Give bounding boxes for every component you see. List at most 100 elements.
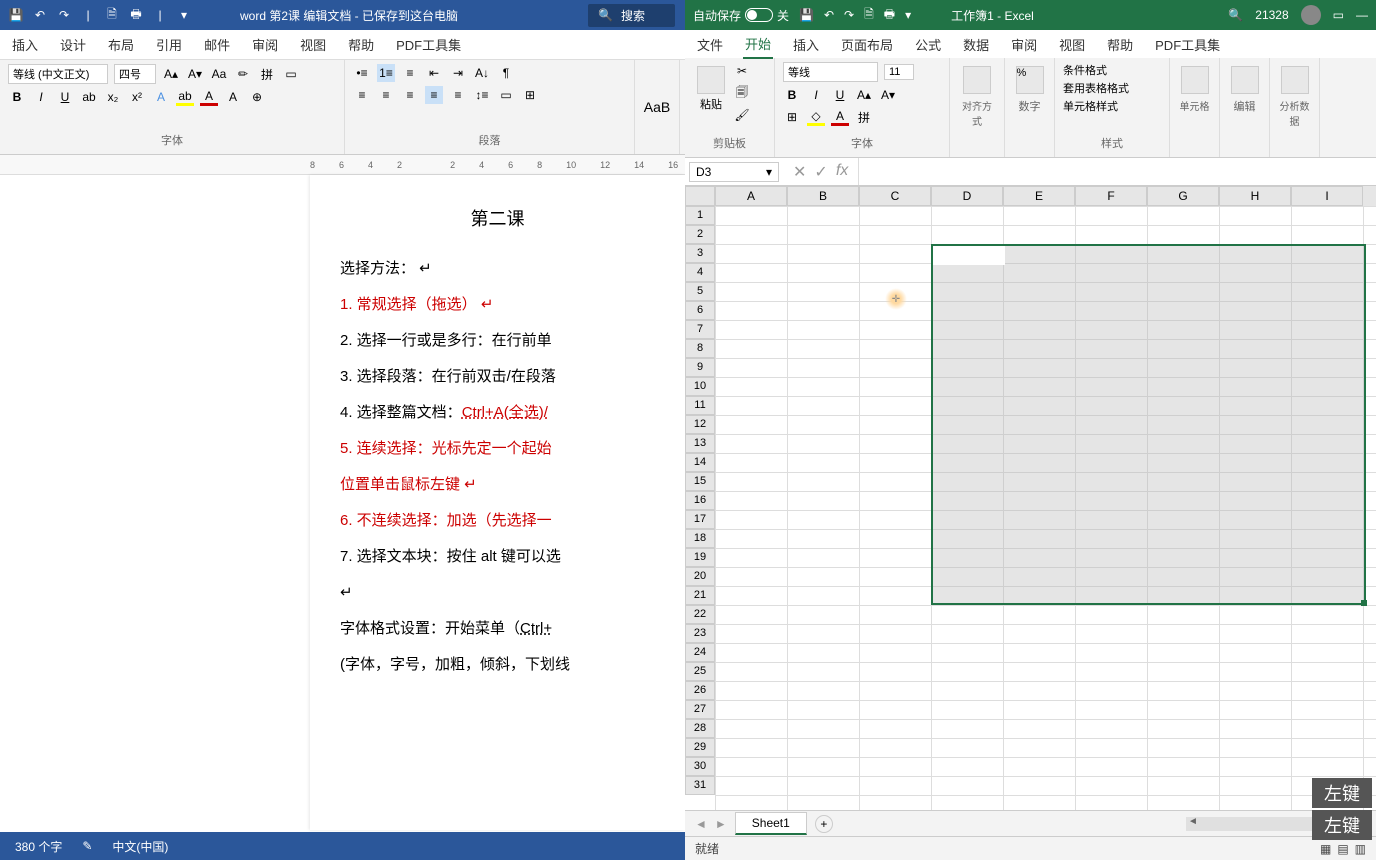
redo-icon[interactable]: ↷ <box>56 7 72 23</box>
row-header[interactable]: 10 <box>685 377 715 396</box>
tab-review[interactable]: 审阅 <box>1009 31 1039 58</box>
font-color-icon[interactable]: A <box>200 88 218 106</box>
row-header[interactable]: 12 <box>685 415 715 434</box>
font-name-combo[interactable]: 等线 (中文正文) <box>8 64 108 84</box>
normal-view-icon[interactable]: ▦ <box>1320 842 1331 856</box>
tab-file[interactable]: 文件 <box>695 31 725 58</box>
row-header[interactable]: 9 <box>685 358 715 377</box>
row-header[interactable]: 19 <box>685 548 715 567</box>
row-header[interactable]: 30 <box>685 757 715 776</box>
bold-icon[interactable]: B <box>783 86 801 104</box>
tab-view[interactable]: 视图 <box>1057 31 1087 58</box>
copy-icon[interactable]: 🗐 <box>733 84 751 102</box>
cut-icon[interactable]: ✂ <box>733 62 751 80</box>
line-spacing-icon[interactable]: ↕≡ <box>473 86 491 104</box>
avatar-icon[interactable] <box>1301 5 1321 25</box>
row-header[interactable]: 18 <box>685 529 715 548</box>
change-case-icon[interactable]: Aa <box>210 65 228 83</box>
show-marks-icon[interactable]: ¶ <box>497 64 515 82</box>
row-header[interactable]: 5 <box>685 282 715 301</box>
col-header[interactable]: D <box>931 186 1003 206</box>
undo-icon[interactable]: ↶ <box>32 7 48 23</box>
proofing-icon[interactable]: ✎ <box>82 839 92 853</box>
new-doc-icon[interactable]: 🗎 <box>104 7 120 23</box>
new-icon[interactable]: 🗎 <box>864 5 874 26</box>
row-header[interactable]: 6 <box>685 301 715 320</box>
word-count[interactable]: 380 个字 <box>15 838 62 855</box>
strike-icon[interactable]: ab <box>80 88 98 106</box>
align-left-icon[interactable]: ≡ <box>353 86 371 104</box>
spreadsheet-grid[interactable]: ABCDEFGHI 123456789101112131415161718192… <box>685 186 1376 810</box>
cancel-icon[interactable]: ✕ <box>793 162 806 182</box>
tab-formulas[interactable]: 公式 <box>913 31 943 58</box>
row-header[interactable]: 24 <box>685 643 715 662</box>
table-format-button[interactable]: 套用表格格式 <box>1063 80 1161 96</box>
phonetic-icon[interactable]: 拼 <box>258 65 276 83</box>
chevron-down-icon[interactable]: ▾ <box>766 165 772 179</box>
col-header[interactable]: G <box>1147 186 1219 206</box>
cells-button[interactable] <box>1178 62 1211 98</box>
borders-icon[interactable]: ⊞ <box>783 108 801 126</box>
char-shading-icon[interactable]: A <box>224 88 242 106</box>
inc-indent-icon[interactable]: ⇥ <box>449 64 467 82</box>
page-break-view-icon[interactable]: ▥ <box>1355 842 1366 856</box>
tab-pdf[interactable]: PDF工具集 <box>1153 31 1222 58</box>
font-name-combo[interactable]: 等线 <box>783 62 878 82</box>
text-effects-icon[interactable]: A <box>152 88 170 106</box>
undo-icon[interactable]: ↶ <box>824 8 834 22</box>
save-icon[interactable]: 💾 <box>799 8 814 22</box>
col-header[interactable]: B <box>787 186 859 206</box>
word-document[interactable]: 第二课 选择方法： ↵1. 常规选择（拖选） ↵2. 选择一行或是多行：在行前单… <box>310 175 685 830</box>
align-center-icon[interactable]: ≡ <box>377 86 395 104</box>
row-header[interactable]: 7 <box>685 320 715 339</box>
row-header[interactable]: 29 <box>685 738 715 757</box>
char-border-icon[interactable]: ▭ <box>282 65 300 83</box>
row-header[interactable]: 21 <box>685 586 715 605</box>
fill-color-icon[interactable]: ◇ <box>807 108 825 126</box>
cond-format-button[interactable]: 条件格式 <box>1063 62 1161 78</box>
page-layout-view-icon[interactable]: ▤ <box>1337 842 1348 856</box>
tab-help[interactable]: 帮助 <box>1105 31 1135 58</box>
tab-view[interactable]: 视图 <box>298 31 328 58</box>
editing-button[interactable] <box>1228 62 1261 98</box>
sort-icon[interactable]: A↓ <box>473 64 491 82</box>
multilevel-icon[interactable]: ≡ <box>401 64 419 82</box>
col-header[interactable]: C <box>859 186 931 206</box>
row-header[interactable]: 25 <box>685 662 715 681</box>
row-header[interactable]: 28 <box>685 719 715 738</box>
paste-button[interactable]: 粘贴 <box>693 62 729 135</box>
numbering-icon[interactable]: 1≡ <box>377 64 395 82</box>
align-button[interactable] <box>958 62 996 98</box>
add-sheet-button[interactable]: + <box>815 815 833 833</box>
number-button[interactable]: % <box>1013 62 1046 98</box>
ribbon-display-icon[interactable]: ▭ <box>1333 8 1344 22</box>
redo-icon[interactable]: ↷ <box>844 8 854 22</box>
tab-references[interactable]: 引用 <box>154 31 184 58</box>
col-header[interactable]: I <box>1291 186 1363 206</box>
select-all-corner[interactable] <box>685 186 715 206</box>
underline-icon[interactable]: U <box>56 88 74 106</box>
font-color-icon[interactable]: A <box>831 108 849 126</box>
grow-font-icon[interactable]: A▴ <box>162 65 180 83</box>
row-header[interactable]: 3 <box>685 244 715 263</box>
highlight-icon[interactable]: ab <box>176 88 194 106</box>
tab-insert[interactable]: 插入 <box>791 31 821 58</box>
row-header[interactable]: 1 <box>685 206 715 225</box>
qat-dropdown-icon[interactable]: ▾ <box>905 8 911 22</box>
print-icon[interactable]: 🖶 <box>128 7 144 23</box>
col-header[interactable]: F <box>1075 186 1147 206</box>
row-header[interactable]: 23 <box>685 624 715 643</box>
formula-input[interactable] <box>858 158 1376 185</box>
prev-sheet-icon[interactable]: ◄ <box>695 817 707 831</box>
col-header[interactable]: H <box>1219 186 1291 206</box>
row-header[interactable]: 4 <box>685 263 715 282</box>
name-box[interactable]: D3▾ <box>689 162 779 182</box>
shrink-font-icon[interactable]: A▾ <box>879 86 897 104</box>
tab-insert[interactable]: 插入 <box>10 31 40 58</box>
cell-styles-button[interactable]: 单元格样式 <box>1063 98 1161 114</box>
row-header[interactable]: 17 <box>685 510 715 529</box>
fill-handle[interactable] <box>1361 600 1367 606</box>
tab-pdf[interactable]: PDF工具集 <box>394 31 463 58</box>
enclose-icon[interactable]: ⊕ <box>248 88 266 106</box>
superscript-icon[interactable]: x² <box>128 88 146 106</box>
